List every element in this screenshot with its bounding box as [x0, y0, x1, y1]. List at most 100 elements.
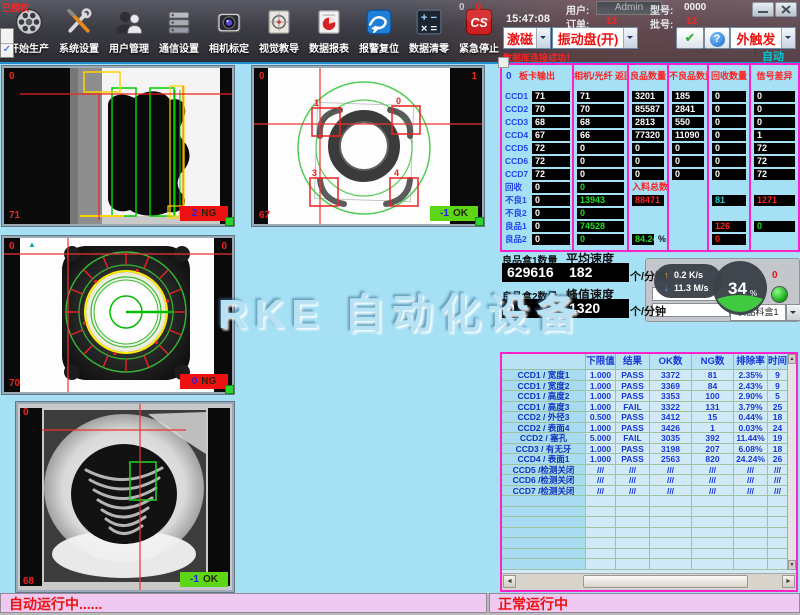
table-row[interactable] [502, 538, 796, 549]
data-cell: /// [768, 465, 788, 476]
data-cell [650, 538, 692, 549]
stats-cell-suffix: % [658, 234, 666, 245]
scrollbar-thumb[interactable] [583, 575, 748, 588]
table-row[interactable]: CCD1 / 高度31.000FAIL33221313.79%25 [502, 402, 796, 413]
chevron-down-icon[interactable] [623, 28, 637, 48]
camera-view-2[interactable]: 1 0 3 4 0 1 67 -1OK [252, 66, 484, 226]
table-row[interactable]: CCD6 /检测关闭////////////////// [502, 475, 796, 486]
table-row[interactable] [502, 549, 796, 560]
vibration-dropdown[interactable]: 振动盘(开) [552, 27, 638, 49]
data-cell [768, 549, 788, 560]
camera-view-1[interactable]: 0 71 2NG [2, 66, 234, 226]
trigger-dropdown[interactable]: 外触发 [730, 27, 796, 49]
row-label-cell [502, 496, 586, 507]
data-cell [586, 517, 616, 528]
data-cell: /// [616, 486, 650, 497]
scroll-right-icon[interactable]: ► [782, 575, 795, 588]
data-cell: 2563 [650, 454, 692, 465]
data-cell [692, 538, 734, 549]
comm-settings-button[interactable]: 通信设置 [154, 4, 204, 60]
data-clear-button[interactable]: + −× = 数据清零 [404, 4, 454, 60]
scroll-up-icon[interactable]: ▲ [788, 354, 796, 364]
results-column-header: 结果 [616, 354, 650, 370]
row-label-cell: CCD4 / 表面1 [502, 454, 586, 465]
side-checkbox[interactable]: ✓ [0, 28, 14, 58]
calc-glyph-top: + − [421, 12, 438, 24]
camera1-image [4, 68, 232, 224]
counter-right: 0 [476, 2, 482, 13]
table-row[interactable] [502, 528, 796, 539]
table-row[interactable] [502, 559, 796, 570]
stats-row-label: CCD7 [505, 169, 530, 180]
chevron-down-icon[interactable] [786, 304, 800, 321]
table-row[interactable]: CCD1 / 宽度11.000PASS3372812.35%9 [502, 370, 796, 381]
camera-view-3[interactable]: ▲ 0 0 70 0NG [2, 236, 234, 394]
data-cell: /// [650, 475, 692, 486]
table-row[interactable] [502, 517, 796, 528]
scroll-left-icon[interactable]: ◄ [503, 575, 516, 588]
stats-cell: 81 [712, 195, 746, 206]
alarm-reset-button[interactable]: 报警复位 [354, 4, 404, 60]
result-text: NG [201, 376, 216, 387]
status-bar: 自动运行中...... 正常运行中 [0, 593, 800, 615]
data-cell: /// [616, 475, 650, 486]
stats-corner-box[interactable] [498, 57, 509, 68]
data-cell: 9 [768, 381, 788, 392]
table-row[interactable]: CCD7 /检测关闭////////////////// [502, 486, 796, 497]
data-cell: FAIL [616, 433, 650, 444]
magnet-value: 激磁 [504, 29, 536, 48]
camera-view-4[interactable]: 0 68 -1OK [16, 402, 234, 592]
row-label-cell [502, 549, 586, 560]
stats-row-label: 回收 [505, 182, 530, 193]
button-label: 通信设置 [159, 40, 199, 55]
system-settings-button[interactable]: 系统设置 [54, 4, 104, 60]
table-row[interactable] [502, 496, 796, 507]
question-icon: ? [710, 32, 725, 47]
table-row[interactable]: CCD3 / 有无牙1.000PASS31982076.08%18 [502, 444, 796, 455]
minimize-button[interactable] [752, 2, 774, 17]
results-column-header: 排除率 [734, 354, 768, 370]
table-row[interactable]: CCD2 / 塞孔5.000FAIL303539211.44%19 [502, 433, 796, 444]
table-row[interactable]: CCD1 / 宽度21.000PASS3369842.43%9 [502, 381, 796, 392]
row-label-cell: CCD1 / 宽度1 [502, 370, 586, 381]
data-cell [692, 507, 734, 518]
stats-cell: 77320 [632, 130, 664, 141]
stats-cell: 0 [754, 104, 795, 115]
users-icon [114, 7, 144, 37]
horizontal-scrollbar[interactable]: ◄ ► [502, 573, 796, 590]
tray-select[interactable]: 良品料盒1 [730, 304, 786, 321]
stats-column-header: 板卡输出 [502, 69, 572, 82]
stats-row-label: CCD5 [505, 143, 530, 154]
table-row[interactable]: CCD1 / 高度21.000PASS33531002.90%5 [502, 391, 796, 402]
vertical-scrollbar[interactable]: ▲ ▼ [787, 354, 796, 570]
table-row[interactable]: CCD5 /检测关闭////////////////// [502, 465, 796, 476]
chevron-down-icon[interactable] [781, 28, 795, 48]
stats-column-header: 不良品数量 [669, 69, 707, 82]
table-row[interactable]: CCD4 / 表面11.000PASS256382024.24%26 [502, 454, 796, 465]
help-button[interactable]: ? [704, 27, 730, 49]
data-report-button[interactable]: 数据报表 [304, 4, 354, 60]
data-cell [616, 538, 650, 549]
user-management-button[interactable]: 用户管理 [104, 4, 154, 60]
data-cell [586, 507, 616, 518]
magnet-dropdown[interactable]: 激磁 [503, 27, 551, 49]
data-cell: 1.000 [586, 381, 616, 392]
table-row[interactable] [502, 507, 796, 518]
stats-cell: 2813 [632, 117, 664, 128]
table-row[interactable]: CCD2 / 外径30.500PASS3412150.44%18 [502, 412, 796, 423]
tray-input-1[interactable] [652, 287, 730, 301]
close-button[interactable] [775, 2, 797, 17]
roi-label-3: 3 [312, 168, 317, 178]
camera-calibration-button[interactable]: 相机标定 [204, 4, 254, 60]
data-cell: 1.000 [586, 444, 616, 455]
data-cell [734, 496, 768, 507]
stats-group-board-output: 0 板卡输出7170686772727200000CCD1CCD2CCD3CCD… [500, 63, 574, 252]
scroll-down-icon[interactable]: ▼ [788, 560, 796, 570]
chevron-down-icon[interactable] [536, 28, 550, 48]
stats-cell: 2841 [672, 104, 704, 115]
data-cell [768, 528, 788, 539]
vision-teaching-button[interactable]: 视觉教导 [254, 4, 304, 60]
confirm-button[interactable]: ✔ [676, 27, 704, 49]
camera4-image [18, 404, 232, 590]
table-row[interactable]: CCD2 / 表面41.000PASS342610.03%24 [502, 423, 796, 434]
